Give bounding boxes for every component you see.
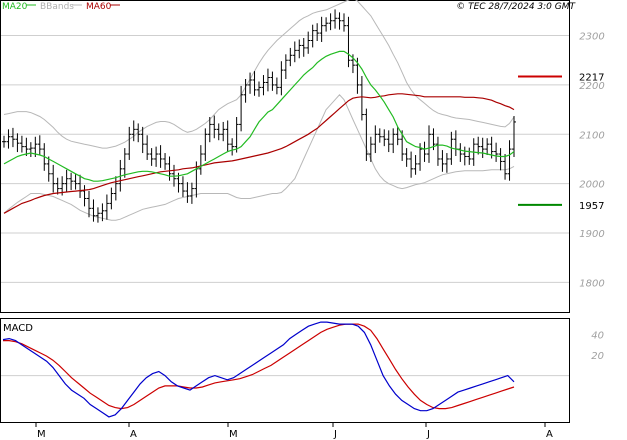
price-y-tick: 2300: [579, 32, 604, 43]
price-y-tick: 2100: [579, 130, 604, 141]
legend-bbands-label: BBands: [40, 2, 74, 12]
macd-y-tick: 20: [591, 351, 604, 362]
price-y-tick: 2200: [579, 81, 604, 92]
macd-title: MACD: [3, 323, 33, 334]
x-axis-months: MAMJJA: [35, 423, 553, 440]
legend-ma60-label: MA60: [86, 2, 112, 12]
price-y-tick: 2000: [579, 180, 604, 191]
legend-ma20-label: MA20: [2, 2, 28, 12]
month-label: A: [130, 429, 137, 440]
price-y-tick: 1900: [579, 229, 604, 240]
price-panel-frame: [0, 0, 570, 313]
source-timestamp: © TEC 28/7/2024 3:0 GMT: [456, 2, 576, 12]
macd-y-tick: 40: [591, 330, 604, 341]
price-y-tick: 1800: [579, 278, 604, 289]
month-label: M: [229, 429, 238, 440]
month-label: J: [333, 429, 337, 440]
month-label: A: [546, 429, 553, 440]
level-label: 1957: [579, 201, 604, 212]
macd-panel-frame: [0, 318, 570, 423]
month-label: J: [426, 429, 430, 440]
month-label: M: [37, 429, 46, 440]
price-y-ticks: 2300 2200 2100 2000 1900 1800: [579, 32, 604, 290]
macd-y-ticks: 40 20: [591, 330, 604, 362]
stock-chart: 22171957 230022002100200019001800 4020 M…: [0, 0, 605, 440]
legend: MA20 BBands MA60: [2, 2, 120, 12]
